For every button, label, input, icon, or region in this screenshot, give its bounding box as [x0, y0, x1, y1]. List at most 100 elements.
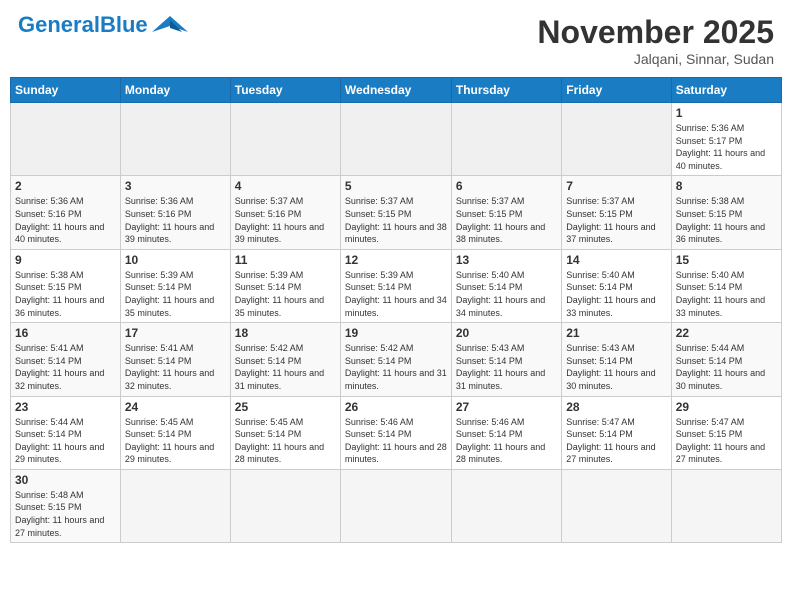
day-number: 22 [676, 326, 777, 340]
calendar-cell [11, 103, 121, 176]
day-number: 24 [125, 400, 226, 414]
calendar-cell [230, 469, 340, 542]
cell-info: Sunrise: 5:39 AMSunset: 5:14 PMDaylight:… [345, 269, 447, 319]
calendar-cell [562, 469, 671, 542]
calendar-week-row: 16 Sunrise: 5:41 AMSunset: 5:14 PMDayligh… [11, 323, 782, 396]
day-number: 5 [345, 179, 447, 193]
cell-info: Sunrise: 5:44 AMSunset: 5:14 PMDaylight:… [15, 416, 116, 466]
page-header: GeneralBlue November 2025 Jalqani, Sinna… [10, 10, 782, 71]
calendar-cell: 17Sunrise: 5:41 AMSunset: 5:14 PMDayligh… [120, 323, 230, 396]
day-number: 15 [676, 253, 777, 267]
calendar-day-header: Tuesday [230, 78, 340, 103]
calendar-week-row: 1 Sunrise: 5:36 AMSunset: 5:17 PMDaylight… [11, 103, 782, 176]
cell-info: Sunrise: 5:37 AMSunset: 5:15 PMDaylight:… [456, 195, 557, 245]
calendar-cell: 27 Sunrise: 5:46 AMSunset: 5:14 PMDayligh… [451, 396, 561, 469]
cell-info: Sunrise: 5:39 AMSunset: 5:14 PMDaylight:… [235, 269, 336, 319]
calendar-cell: 22 Sunrise: 5:44 AMSunset: 5:14 PMDayligh… [671, 323, 781, 396]
cell-info: Sunrise: 5:36 AMSunset: 5:17 PMDaylight:… [676, 122, 777, 172]
calendar-week-row: 2 Sunrise: 5:36 AMSunset: 5:16 PMDaylight… [11, 176, 782, 249]
day-number: 18 [235, 326, 336, 340]
calendar-cell: 21 Sunrise: 5:43 AMSunset: 5:14 PMDayligh… [562, 323, 671, 396]
cell-info: Sunrise: 5:37 AMSunset: 5:15 PMDaylight:… [566, 195, 666, 245]
day-number: 11 [235, 253, 336, 267]
logo-bird-icon [152, 14, 188, 36]
calendar-cell: 3Sunrise: 5:36 AMSunset: 5:16 PMDaylight… [120, 176, 230, 249]
day-number: 25 [235, 400, 336, 414]
day-number: 2 [15, 179, 116, 193]
cell-info: Sunrise: 5:47 AMSunset: 5:14 PMDaylight:… [566, 416, 666, 466]
day-number: 12 [345, 253, 447, 267]
calendar-cell: 12 Sunrise: 5:39 AMSunset: 5:14 PMDayligh… [340, 249, 451, 322]
day-number: 7 [566, 179, 666, 193]
calendar-cell [562, 103, 671, 176]
cell-info: Sunrise: 5:42 AMSunset: 5:14 PMDaylight:… [345, 342, 447, 392]
calendar-cell [451, 103, 561, 176]
calendar-cell: 23 Sunrise: 5:44 AMSunset: 5:14 PMDayligh… [11, 396, 121, 469]
cell-info: Sunrise: 5:47 AMSunset: 5:15 PMDaylight:… [676, 416, 777, 466]
cell-info: Sunrise: 5:36 AMSunset: 5:16 PMDaylight:… [15, 195, 116, 245]
month-title: November 2025 [537, 14, 774, 51]
calendar-week-row: 30Sunrise: 5:48 AMSunset: 5:15 PMDayligh… [11, 469, 782, 542]
calendar-cell: 20 Sunrise: 5:43 AMSunset: 5:14 PMDayligh… [451, 323, 561, 396]
day-number: 1 [676, 106, 777, 120]
day-number: 28 [566, 400, 666, 414]
cell-info: Sunrise: 5:45 AMSunset: 5:14 PMDaylight:… [125, 416, 226, 466]
calendar-cell: 8 Sunrise: 5:38 AMSunset: 5:15 PMDaylight… [671, 176, 781, 249]
cell-info: Sunrise: 5:37 AMSunset: 5:16 PMDaylight:… [235, 195, 336, 245]
calendar-day-header: Saturday [671, 78, 781, 103]
cell-info: Sunrise: 5:46 AMSunset: 5:14 PMDaylight:… [345, 416, 447, 466]
cell-info: Sunrise: 5:40 AMSunset: 5:14 PMDaylight:… [566, 269, 666, 319]
calendar-header-row: SundayMondayTuesdayWednesdayThursdayFrid… [11, 78, 782, 103]
calendar-day-header: Monday [120, 78, 230, 103]
calendar-cell [340, 469, 451, 542]
calendar-cell: 18Sunrise: 5:42 AMSunset: 5:14 PMDayligh… [230, 323, 340, 396]
cell-info: Sunrise: 5:39 AMSunset: 5:14 PMDaylight:… [125, 269, 226, 319]
calendar-cell: 14Sunrise: 5:40 AMSunset: 5:14 PMDayligh… [562, 249, 671, 322]
cell-info: Sunrise: 5:43 AMSunset: 5:14 PMDaylight:… [566, 342, 666, 392]
calendar-cell: 1 Sunrise: 5:36 AMSunset: 5:17 PMDaylight… [671, 103, 781, 176]
day-number: 21 [566, 326, 666, 340]
calendar-cell: 13Sunrise: 5:40 AMSunset: 5:14 PMDayligh… [451, 249, 561, 322]
calendar-cell: 26 Sunrise: 5:46 AMSunset: 5:14 PMDayligh… [340, 396, 451, 469]
cell-info: Sunrise: 5:41 AMSunset: 5:14 PMDaylight:… [15, 342, 116, 392]
calendar-cell [230, 103, 340, 176]
calendar-cell: 9Sunrise: 5:38 AMSunset: 5:15 PMDaylight… [11, 249, 121, 322]
calendar-cell: 28 Sunrise: 5:47 AMSunset: 5:14 PMDayligh… [562, 396, 671, 469]
calendar-day-header: Friday [562, 78, 671, 103]
cell-info: Sunrise: 5:44 AMSunset: 5:14 PMDaylight:… [676, 342, 777, 392]
day-number: 10 [125, 253, 226, 267]
day-number: 19 [345, 326, 447, 340]
calendar-cell: 5 Sunrise: 5:37 AMSunset: 5:15 PMDaylight… [340, 176, 451, 249]
calendar-cell: 15Sunrise: 5:40 AMSunset: 5:14 PMDayligh… [671, 249, 781, 322]
cell-info: Sunrise: 5:46 AMSunset: 5:14 PMDaylight:… [456, 416, 557, 466]
logo: GeneralBlue [18, 14, 188, 36]
calendar-cell: 16 Sunrise: 5:41 AMSunset: 5:14 PMDayligh… [11, 323, 121, 396]
day-number: 8 [676, 179, 777, 193]
cell-info: Sunrise: 5:37 AMSunset: 5:15 PMDaylight:… [345, 195, 447, 245]
calendar-cell: 24 Sunrise: 5:45 AMSunset: 5:14 PMDayligh… [120, 396, 230, 469]
cell-info: Sunrise: 5:48 AMSunset: 5:15 PMDaylight:… [15, 489, 116, 539]
cell-info: Sunrise: 5:38 AMSunset: 5:15 PMDaylight:… [15, 269, 116, 319]
calendar-cell: 19 Sunrise: 5:42 AMSunset: 5:14 PMDayligh… [340, 323, 451, 396]
calendar-cell: 2 Sunrise: 5:36 AMSunset: 5:16 PMDaylight… [11, 176, 121, 249]
day-number: 29 [676, 400, 777, 414]
calendar-day-header: Sunday [11, 78, 121, 103]
calendar-week-row: 9Sunrise: 5:38 AMSunset: 5:15 PMDaylight… [11, 249, 782, 322]
day-number: 23 [15, 400, 116, 414]
cell-info: Sunrise: 5:40 AMSunset: 5:14 PMDaylight:… [456, 269, 557, 319]
calendar-cell: 25Sunrise: 5:45 AMSunset: 5:14 PMDayligh… [230, 396, 340, 469]
calendar-cell: 7 Sunrise: 5:37 AMSunset: 5:15 PMDaylight… [562, 176, 671, 249]
logo-text: GeneralBlue [18, 14, 148, 36]
cell-info: Sunrise: 5:38 AMSunset: 5:15 PMDaylight:… [676, 195, 777, 245]
day-number: 26 [345, 400, 447, 414]
title-area: November 2025 Jalqani, Sinnar, Sudan [537, 14, 774, 67]
calendar-table: SundayMondayTuesdayWednesdayThursdayFrid… [10, 77, 782, 543]
day-number: 27 [456, 400, 557, 414]
day-number: 20 [456, 326, 557, 340]
calendar-cell [451, 469, 561, 542]
calendar-cell [120, 469, 230, 542]
calendar-cell [340, 103, 451, 176]
calendar-cell: 4Sunrise: 5:37 AMSunset: 5:16 PMDaylight… [230, 176, 340, 249]
cell-info: Sunrise: 5:43 AMSunset: 5:14 PMDaylight:… [456, 342, 557, 392]
day-number: 16 [15, 326, 116, 340]
